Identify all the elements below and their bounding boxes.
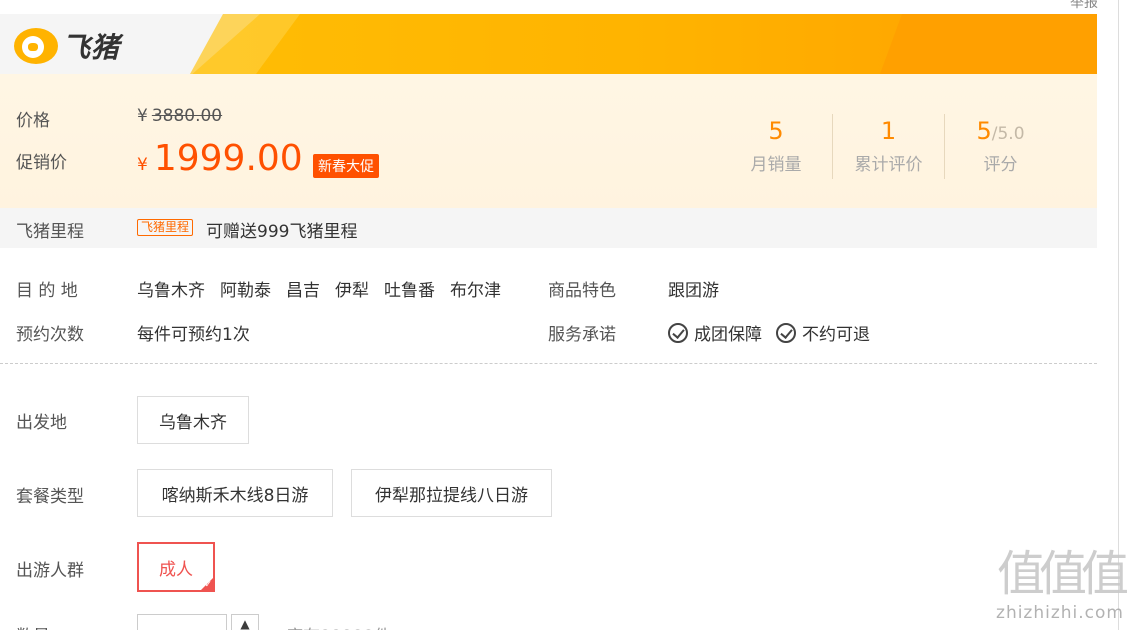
fliggy-logo[interactable]: 飞猪 [14, 26, 120, 66]
original-price: ¥3880.00 [137, 106, 222, 126]
original-price-value: 3880.00 [151, 106, 223, 126]
stat-total-reviews[interactable]: 1 累计评价 [832, 114, 944, 179]
watermark-glyphs: 值值值 [997, 546, 1129, 602]
service-list: 成团保障 不约可退 [668, 320, 870, 345]
original-currency: ¥ [137, 106, 148, 126]
stat-monthly-sales: 5 月销量 [720, 114, 832, 179]
destination-item: 昌吉 [286, 281, 320, 301]
mileage-text: 可赠送999飞猪里程 [206, 222, 358, 242]
banner-stripe-right [880, 14, 1097, 74]
logo-text: 飞猪 [62, 31, 121, 64]
destination-label: 目 的 地 [16, 281, 78, 301]
group-label: 出游人群 [16, 561, 84, 581]
checkmark-icon: ✓ [204, 580, 212, 590]
service-label: 服务承诺 [548, 325, 616, 345]
price-panel: 价格 ¥3880.00 促销价 ¥1999.00 新春大促 5 月销量 1 累计… [0, 74, 1097, 208]
mileage-row: 飞猪里程 飞猪里程 可赠送999飞猪里程 [0, 208, 1097, 248]
watermark-site: zhizhizhi.com [996, 603, 1124, 623]
quantity-stepper[interactable]: ▲ [231, 614, 259, 630]
destination-item: 阿勒泰 [220, 281, 271, 301]
departure-label: 出发地 [16, 413, 67, 433]
promo-label: 促销价 [16, 153, 67, 173]
quantity-input[interactable] [137, 614, 227, 630]
service-text: 成团保障 [694, 325, 762, 345]
promo-currency: ¥ [137, 155, 148, 175]
destination-item: 伊犁 [335, 281, 369, 301]
stat-label: 评分 [983, 155, 1018, 175]
site-watermark: 值值值 zhizhizhi.com [996, 545, 1129, 623]
destination-list: 乌鲁木齐 阿勒泰 昌吉 伊犁 吐鲁番 布尔津 [137, 276, 501, 301]
pig-logo-icon [14, 28, 58, 64]
promo-price-value: 1999.00 [153, 138, 303, 179]
section-divider [0, 363, 1097, 364]
promo-badge: 新春大促 [313, 154, 379, 178]
stat-label: 月销量 [750, 155, 802, 175]
check-circle-icon [776, 322, 796, 343]
group-option-adult[interactable]: 成人 ✓ [137, 542, 215, 592]
group-option-text: 成人 [159, 559, 193, 580]
booking-value: 每件可预约1次 [137, 325, 250, 345]
feature-label: 商品特色 [548, 281, 616, 301]
destination-item: 乌鲁木齐 [137, 281, 205, 301]
promo-price: ¥1999.00 [137, 138, 303, 179]
chevron-up-icon[interactable]: ▲ [240, 617, 249, 630]
departure-option-urumqi[interactable]: 乌鲁木齐 [137, 396, 249, 444]
service-item-refund: 不约可退 [776, 320, 870, 345]
booking-label: 预约次数 [16, 325, 84, 345]
report-link[interactable]: 举报 [1070, 0, 1098, 12]
service-text: 不约可退 [802, 325, 870, 345]
brand-banner: 飞猪 [0, 14, 1097, 74]
product-detail-page: 举报 飞猪 价格 ¥3880.00 促销价 ¥1999.00 新春大促 5 月销… [0, 0, 1130, 630]
mileage-tag: 飞猪里程 [137, 219, 194, 236]
price-label: 价格 [16, 111, 50, 131]
quantity-label: 数量 [16, 622, 50, 630]
feature-value: 跟团游 [668, 281, 719, 301]
stock-text: 库存99999件 [286, 622, 391, 630]
check-circle-icon [668, 322, 688, 343]
stat-label: 累计评价 [854, 155, 923, 175]
sales-stats: 5 月销量 1 累计评价 5/5.0 评分 [720, 114, 1056, 179]
package-option-ili[interactable]: 伊犁那拉提线八日游 [351, 469, 552, 517]
package-option-kanas[interactable]: 喀纳斯禾木线8日游 [137, 469, 333, 517]
stat-value: 5 [768, 117, 784, 145]
package-label: 套餐类型 [16, 487, 84, 507]
service-item-group-guarantee: 成团保障 [668, 320, 762, 345]
destination-item: 布尔津 [450, 281, 501, 301]
destination-item: 吐鲁番 [384, 281, 435, 301]
scroll-divider [1118, 0, 1119, 630]
mileage-label: 飞猪里程 [16, 222, 84, 242]
stat-suffix: /5.0 [991, 124, 1025, 144]
stat-value: 5 [976, 117, 992, 145]
stat-rating: 5/5.0 评分 [944, 114, 1056, 179]
stat-value: 1 [880, 117, 897, 145]
